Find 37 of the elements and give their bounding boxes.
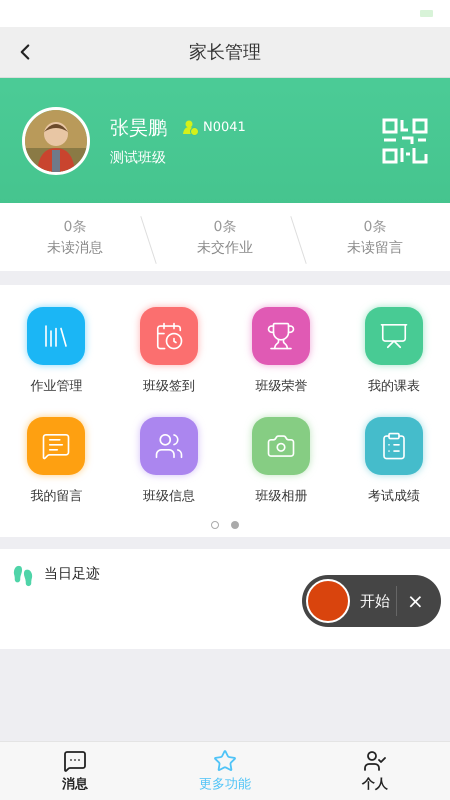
page-dot[interactable] (211, 521, 219, 529)
feature-button[interactable]: 班级签到 (112, 307, 225, 395)
page-title: 家长管理 (189, 41, 261, 64)
footprint-icon (12, 565, 34, 587)
feature-button[interactable]: 班级信息 (112, 417, 225, 505)
person-badge-icon (183, 120, 199, 136)
class-name: 测试班级 (110, 148, 167, 166)
feature-button[interactable]: 作业管理 (0, 307, 112, 395)
record-button[interactable] (306, 579, 350, 623)
feature-button[interactable]: 班级荣誉 (225, 307, 338, 395)
trophy-icon (266, 321, 296, 351)
tab[interactable]: 个人 (300, 742, 450, 800)
record-label: 开始 (360, 592, 390, 610)
student-id: N0041 (203, 120, 246, 135)
count-value: 0条 (64, 218, 86, 236)
chat-icon (63, 749, 87, 773)
count-label: 未读消息 (47, 238, 103, 256)
count-label: 未交作业 (197, 238, 253, 256)
feature-button[interactable]: 考试成绩 (338, 417, 450, 505)
page-dot[interactable] (231, 521, 239, 529)
count-value: 0条 (214, 218, 236, 236)
person-icon (363, 749, 387, 773)
feature-button[interactable]: 我的留言 (0, 417, 112, 505)
close-button[interactable]: × (407, 589, 424, 613)
people-icon (154, 431, 184, 461)
count-label: 未读留言 (347, 238, 403, 256)
star-icon (213, 749, 237, 773)
board-icon (378, 321, 409, 351)
battery-icon (420, 10, 433, 17)
message-icon (41, 431, 72, 461)
student-name: 张昊鹏 (110, 116, 167, 140)
feature-button[interactable]: 我的课表 (338, 307, 450, 395)
feature-button[interactable]: 班级相册 (225, 417, 338, 505)
count-value: 0条 (364, 218, 386, 236)
section-title: 当日足迹 (44, 565, 100, 583)
qr-code-icon[interactable] (382, 118, 428, 164)
tab[interactable]: 消息 (0, 742, 150, 800)
